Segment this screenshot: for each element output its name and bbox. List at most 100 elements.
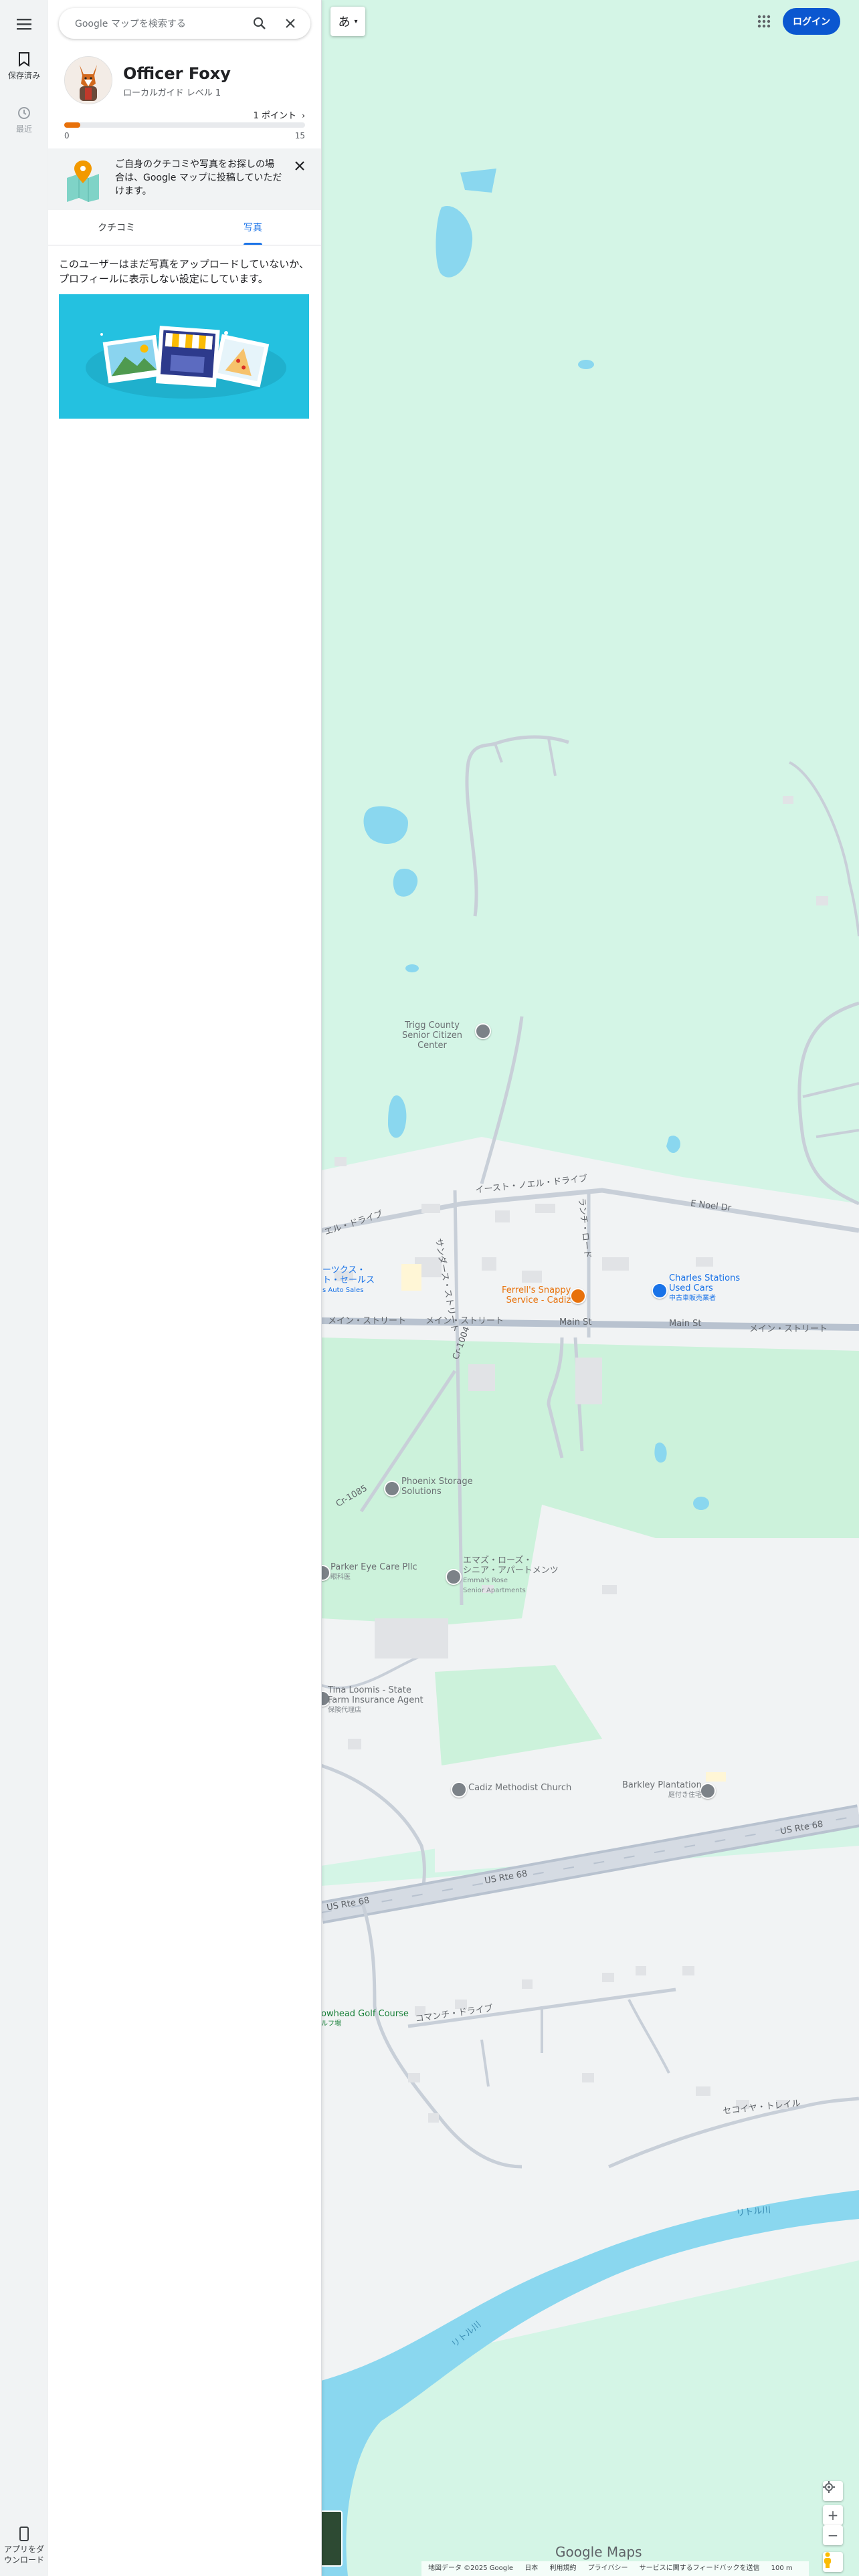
- history-icon: [18, 107, 30, 119]
- poi-phoenix[interactable]: Phoenix Storage Solutions: [401, 1477, 473, 1497]
- poi-pin-emmas[interactable]: [446, 1569, 462, 1585]
- points-progress-bar: [64, 122, 305, 128]
- poi-parker-name: Parker Eye Care Pllc: [330, 1562, 417, 1572]
- search-button[interactable]: [252, 15, 268, 31]
- poi-pin-barkley[interactable]: [700, 1783, 716, 1799]
- poi-tina[interactable]: Tina Loomis - State Farm Insurance Agent…: [328, 1685, 423, 1715]
- points-progress-fill: [64, 122, 81, 128]
- phone-icon: [19, 2527, 29, 2541]
- road-label-main-st: Main St: [559, 1317, 592, 1327]
- hamburger-icon: [17, 19, 31, 30]
- road-label-main-jp-2: メイン・ストリート: [425, 1316, 504, 1326]
- poi-emmas-jp2: シニア・アパートメンツ: [463, 1566, 559, 1576]
- profile-tabs: クチコミ 写真: [48, 211, 321, 245]
- no-photos-message: このユーザーはまだ写真をアップロードしていないか、プロフィールに表示しない設定に…: [59, 258, 309, 285]
- photos-illustration: [59, 294, 309, 419]
- poi-charles[interactable]: Charles Stations Used Cars 中古車販売業者: [669, 1273, 740, 1303]
- left-rail: 保存済み 最近 アプリをダウンロード: [0, 0, 49, 2576]
- poi-ferrell[interactable]: Ferrell's Snappy Service - Cadiz: [502, 1285, 571, 1305]
- pegman-icon: [824, 2552, 831, 2568]
- my-location-icon: [823, 2481, 835, 2493]
- menu-button[interactable]: [15, 15, 33, 33]
- tab-reviews[interactable]: クチコミ: [48, 211, 185, 245]
- profile-panel: Officer Foxy ローカルガイド レベル 1 1 ポイント › 0 15…: [48, 0, 322, 2576]
- poi-charles-line2: Used Cars: [669, 1283, 713, 1293]
- poi-methodist[interactable]: Cadiz Methodist Church: [468, 1783, 571, 1793]
- plus-icon: +: [827, 2507, 839, 2523]
- recent-button[interactable]: 最近: [0, 106, 48, 134]
- footer-feedback[interactable]: サービスに関するフィードバックを送信: [640, 2565, 760, 2572]
- recent-label: 最近: [15, 124, 32, 134]
- layers-button[interactable]: [321, 2510, 343, 2567]
- pegman-button[interactable]: [823, 2552, 843, 2572]
- poi-arrowhead[interactable]: owhead Golf Course ルフ場: [321, 2009, 409, 2029]
- photos-illustration-icon: [86, 326, 286, 399]
- promo-text: ご自身のクチコミや写真をお探しの場合は、Google マップに投稿していただけま…: [115, 159, 282, 197]
- poi-trigg[interactable]: Trigg County Senior Citizen Center: [392, 1021, 472, 1051]
- my-location-button[interactable]: [823, 2481, 843, 2501]
- tab-photos[interactable]: 写真: [185, 211, 321, 245]
- search-icon: [254, 17, 266, 29]
- poi-tina-line1: Tina Loomis - State: [328, 1685, 411, 1695]
- map-canvas[interactable]: イースト・ノエル・ドライブ E Noel Dr ノエル・ドライブ メイン・ストリ…: [321, 0, 859, 2576]
- poi-emmas[interactable]: エマズ・ローズ・ シニア・アパートメンツ Emma's Rose Senior …: [463, 1555, 559, 1596]
- map-footer: 地図データ ©2025 Google 日本 利用規約 プライバシー サービスに関…: [421, 2561, 809, 2576]
- saved-button[interactable]: 保存済み: [0, 52, 48, 81]
- google-apps-button[interactable]: [756, 13, 772, 29]
- poi-parker[interactable]: Parker Eye Care Pllc 眼科医: [330, 1562, 417, 1582]
- poi-charles-line1: Charles Stations: [669, 1273, 741, 1283]
- input-tools-button[interactable]: あ ▾: [330, 7, 365, 36]
- download-app-button[interactable]: アプリをダウンロード: [0, 2527, 48, 2565]
- poi-tina-sub: 保険代理店: [328, 1707, 361, 1714]
- zoom-in-button[interactable]: +: [823, 2505, 843, 2525]
- points-label: 1 ポイント: [253, 111, 297, 121]
- poi-auto-line1: ーツクス・: [322, 1265, 366, 1275]
- clear-search-button[interactable]: [282, 15, 298, 31]
- footer-privacy[interactable]: プライバシー: [588, 2565, 628, 2572]
- poi-barkley[interactable]: Barkley Plantation 庭付き住宅: [622, 1780, 702, 1800]
- dismiss-promo-button[interactable]: [292, 158, 308, 174]
- poi-auto-sales[interactable]: ーツクス・ ト・セールス s Auto Sales: [322, 1265, 375, 1295]
- poi-pin-phoenix[interactable]: [384, 1481, 400, 1497]
- poi-pin-trigg[interactable]: [475, 1023, 491, 1039]
- google-maps-logo: Google Maps: [555, 2544, 642, 2560]
- poi-parker-sub: 眼科医: [330, 1574, 351, 1581]
- poi-pin-ferrell[interactable]: [570, 1288, 586, 1304]
- bookmark-icon: [19, 52, 29, 67]
- poi-phoenix-line2: Solutions: [401, 1487, 442, 1497]
- poi-emmas-en1: Emma's Rose: [463, 1577, 508, 1584]
- chevron-down-icon: ▾: [354, 17, 358, 25]
- poi-barkley-name: Barkley Plantation: [622, 1780, 702, 1790]
- apps-grid-icon: [757, 15, 771, 28]
- poi-pin-methodist[interactable]: [451, 1782, 467, 1798]
- footer-terms[interactable]: 利用規約: [549, 2565, 576, 2572]
- progress-min-label: 0: [64, 131, 70, 140]
- points-link[interactable]: 1 ポイント ›: [254, 108, 305, 121]
- chevron-right-icon: ›: [302, 111, 305, 120]
- search-box: [59, 8, 310, 39]
- poi-ferrell-line1: Ferrell's Snappy: [502, 1285, 571, 1295]
- contribution-promo: ご自身のクチコミや写真をお探しの場合は、Google マップに投稿していただけま…: [48, 148, 321, 210]
- download-label: アプリをダウンロード: [3, 2545, 44, 2565]
- poi-phoenix-line1: Phoenix Storage: [401, 1477, 473, 1487]
- progress-max-label: 15: [294, 131, 305, 140]
- minus-icon: −: [827, 2527, 839, 2543]
- search-input[interactable]: [74, 15, 244, 33]
- poi-tina-line2: Farm Insurance Agent: [328, 1695, 423, 1705]
- footer-scale[interactable]: 100 m: [771, 2565, 793, 2572]
- poi-auto-line3: s Auto Sales: [322, 1287, 364, 1294]
- poi-barkley-sub: 庭付き住宅: [668, 1792, 702, 1799]
- fox-avatar-icon: [65, 57, 112, 104]
- poi-arrowhead-sub: ルフ場: [321, 2020, 341, 2028]
- poi-emmas-en2: Senior Apartments: [463, 1587, 526, 1594]
- footer-region[interactable]: 日本: [524, 2565, 538, 2572]
- saved-label: 保存済み: [7, 71, 40, 80]
- avatar: [64, 56, 112, 104]
- login-button[interactable]: ログイン: [783, 8, 840, 35]
- footer-copyright: 地図データ ©2025 Google: [428, 2565, 514, 2572]
- road-label-main-jp-3: メイン・ストリート: [749, 1324, 828, 1334]
- zoom-out-button[interactable]: −: [823, 2525, 843, 2545]
- poi-pin-charles[interactable]: [652, 1283, 668, 1299]
- poi-charles-sub: 中古車販売業者: [669, 1295, 716, 1302]
- poi-auto-line2: ト・セールス: [322, 1275, 375, 1285]
